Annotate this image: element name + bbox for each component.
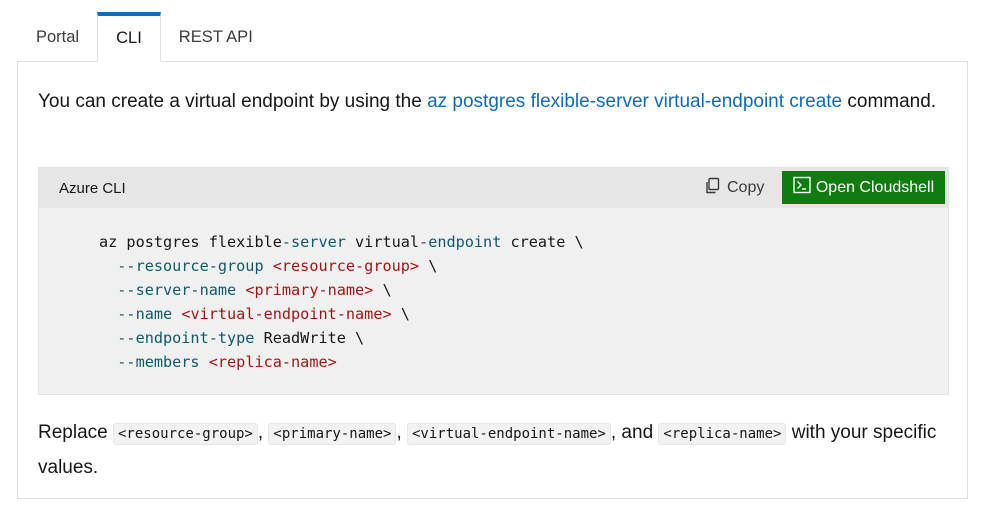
code-token: \ [391, 305, 410, 323]
cli-command-link[interactable]: az postgres flexible-server virtual-endp… [427, 91, 842, 112]
code-token: <resource-group> [272, 257, 420, 275]
tab-panel-cli: You can create a virtual endpoint by usi… [17, 61, 968, 499]
code-language-label: Azure CLI [59, 179, 126, 197]
code-token: <primary-name> [245, 281, 374, 299]
code-line: --server-name <primary-name> \ [99, 281, 392, 299]
tab-bar: Portal CLI REST API [18, 12, 271, 62]
code-token: --resource-group [99, 257, 264, 275]
code-token: virtual [345, 233, 420, 251]
intro-text: You can create a virtual endpoint by usi… [38, 91, 428, 112]
code-token: -endpoint [419, 233, 502, 251]
open-cloudshell-button[interactable]: Open Cloudshell [782, 171, 945, 204]
outro-paragraph: Replace <resource-group>, <primary-name>… [38, 416, 948, 485]
tab-rest-api[interactable]: REST API [161, 12, 271, 62]
copy-icon [704, 177, 721, 200]
code-token: --endpoint-type [99, 329, 255, 347]
code-content: az postgres flexible-server virtual-endp… [99, 230, 584, 374]
copy-label: Copy [727, 179, 765, 196]
inline-code-replica-name: <replica-name> [658, 423, 787, 445]
code-line: --endpoint-type ReadWrite \ [99, 329, 364, 347]
code-token: \ [373, 281, 392, 299]
code-line: --name <virtual-endpoint-name> \ [99, 305, 410, 323]
cloudshell-icon [793, 176, 811, 199]
code-token: -server [281, 233, 346, 251]
inline-code-virtual-endpoint-name: <virtual-endpoint-name> [407, 423, 611, 445]
tab-cli[interactable]: CLI [97, 12, 161, 62]
outro-separator: , [257, 422, 269, 443]
code-block: Azure CLI Copy Open Cloudshell az postgr… [38, 167, 949, 395]
code-token: create \ [501, 233, 584, 251]
code-token: --members [99, 353, 200, 371]
intro-paragraph: You can create a virtual endpoint by usi… [38, 86, 938, 118]
inline-code-primary-name: <primary-name> [268, 423, 397, 445]
cloudshell-label: Open Cloudshell [815, 178, 935, 196]
copy-button[interactable]: Copy [704, 174, 764, 202]
tab-portal[interactable]: Portal [18, 12, 97, 62]
code-token: ReadWrite \ [254, 329, 365, 347]
code-token: --name [99, 305, 173, 323]
outro-separator: , and [610, 422, 659, 443]
code-header: Azure CLI Copy Open Cloudshell [39, 168, 948, 208]
code-token: --server-name [99, 281, 237, 299]
outro-separator: , [396, 422, 407, 443]
code-token: \ [419, 257, 438, 275]
code-token: <virtual-endpoint-name> [181, 305, 392, 323]
code-line: --resource-group <resource-group> \ [99, 257, 437, 275]
code-token: az postgres flexible [99, 233, 282, 251]
inline-code-resource-group: <resource-group> [113, 423, 258, 445]
code-line: az postgres flexible-server virtual-endp… [99, 233, 584, 251]
code-line: --members <replica-name> [99, 353, 337, 371]
outro-prefix: Replace [38, 422, 113, 443]
code-token: <replica-name> [208, 353, 337, 371]
intro-text-end: command. [842, 91, 937, 112]
